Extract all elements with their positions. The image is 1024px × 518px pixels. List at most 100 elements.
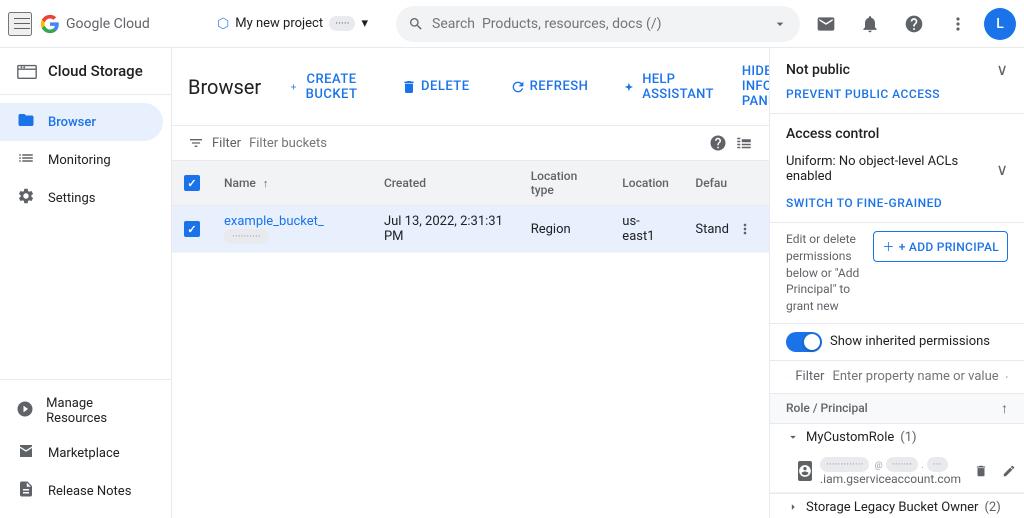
header-right-actions: HELP ASSISTANT HIDE INFO PANEL [616,60,769,113]
sidebar-item-settings[interactable]: Settings [0,179,163,217]
default-column-header[interactable]: Defau [683,161,769,206]
more-menu-btn[interactable] [940,6,976,42]
header-actions: L [808,6,1016,42]
app-body: Cloud Storage Browser Monitoring Setting… [0,48,1024,518]
role-header-text: Role / Principal [786,401,868,415]
mycustomrole-name: MyCustomRole [806,430,894,445]
row-checkbox-cell[interactable]: ✓ [172,206,212,253]
hide-info-panel-button[interactable]: HIDE INFO PANEL [734,60,769,113]
sidebar: Cloud Storage Browser Monitoring Setting… [0,48,172,518]
search-input[interactable] [432,16,764,32]
bucket-link[interactable]: example_bucket_·········· [224,214,324,244]
location-type-column-header[interactable]: Location type [519,161,611,206]
panel-filter-row: Filter [770,361,1024,394]
project-selector[interactable]: ⬡ My new project ····· ▾ [208,11,388,37]
delete-principal-icon [974,464,988,478]
cloud-storage-icon [16,60,38,82]
marketplace-icon [16,442,36,464]
prevent-public-access-button[interactable]: PREVENT PUBLIC ACCESS [786,79,940,101]
delete-button[interactable]: DELETE [389,73,482,101]
location-column-header[interactable]: Location [610,161,683,206]
inherited-label: Show inherited permissions [830,334,990,349]
bucket-created-cell: Jul 13, 2022, 2:31:31 PM [372,206,519,253]
table-row[interactable]: ✓ example_bucket_·········· Jul 13, 2022… [172,206,769,253]
mycustomrole-header[interactable]: MyCustomRole (1) [770,424,1024,451]
public-access-title: Not public [786,62,850,78]
add-principal-row: Edit or delete permissions below or "Add… [786,231,1008,315]
columns-icon[interactable] [735,134,753,152]
role-principal-header: Role / Principal ↑ [770,394,1024,424]
add-icon [289,79,298,95]
help-filter-icon[interactable] [709,134,727,152]
sort-icon[interactable]: ↑ [1001,400,1008,417]
add-icon-label: ＋ [882,238,894,255]
filter-input[interactable] [249,136,701,151]
access-control-value[interactable]: Uniform: No object-level ACLs enabled ∨ [786,150,1008,188]
filter-icon [188,135,204,151]
filter-right [709,134,753,152]
sidebar-settings-label: Settings [48,191,95,206]
row-checkbox[interactable]: ✓ [184,221,200,237]
panel-filter-icon [786,370,787,384]
project-icon: ⬡ [217,16,229,32]
public-access-header[interactable]: Not public ∨ [786,60,1008,79]
sidebar-item-manage-resources[interactable]: Manage Resources [0,388,163,434]
dropdown-chevron: ▾ [361,16,368,31]
legacy-owner-header[interactable]: Storage Legacy Bucket Owner (2) [770,494,1024,518]
google-icon [40,14,60,34]
search-bar[interactable] [396,6,800,42]
row-actions: Stand [695,217,757,241]
bucket-name-cell[interactable]: example_bucket_·········· [212,206,372,253]
select-all-header[interactable]: ✓ [172,161,212,206]
sidebar-item-marketplace[interactable]: Marketplace [0,434,163,472]
sidebar-nav: Browser Monitoring Settings [0,95,171,379]
row-more-btn[interactable] [733,217,757,241]
menu-button[interactable] [8,12,32,36]
sparkle-icon [624,80,634,94]
sidebar-item-release-notes[interactable]: Release Notes [0,472,163,510]
panel-filter-input[interactable] [832,369,998,384]
role-group-mycustomrole: MyCustomRole (1) ············· @ ·······… [770,424,1024,494]
help-assistant-button[interactable]: HELP ASSISTANT [616,68,726,106]
created-column-header[interactable]: Created [372,161,519,206]
avatar[interactable]: L [984,8,1016,40]
search-dropdown-icon[interactable] [772,16,788,32]
browser-header: Browser CREATE BUCKET DELETE REFRESH HEL… [172,48,769,126]
dot: . [921,461,923,471]
mycustomrole-count: (1) [900,430,916,445]
bell-icon [860,14,880,34]
principal-email-domain: .iam.gserviceaccount.com [820,472,961,486]
release-notes-label: Release Notes [48,484,131,499]
sidebar-item-browser[interactable]: Browser [0,103,163,141]
sidebar-title: Cloud Storage [48,62,143,80]
access-control-text: Uniform: No object-level ACLs enabled [786,154,996,184]
app-name: Google Cloud [66,16,150,32]
notifications-btn[interactable] [852,6,888,42]
edit-principal-button[interactable] [997,459,1021,483]
inherited-toggle[interactable] [786,332,822,352]
delete-principal-button[interactable] [969,459,993,483]
manage-resources-icon [16,400,34,422]
sidebar-monitoring-label: Monitoring [48,153,111,168]
add-principal-area: Edit or delete permissions below or "Add… [770,223,1024,324]
create-bucket-button[interactable]: CREATE BUCKET [277,66,373,108]
principal-email-end: ··· [927,457,948,472]
access-control-chevron: ∨ [996,160,1008,179]
edit-principal-icon [1002,464,1016,478]
top-header: Google Cloud ⬡ My new project ····· ▾ [0,0,1024,48]
select-all-checkbox[interactable]: ✓ [184,175,200,191]
refresh-button[interactable]: REFRESH [498,73,601,101]
sidebar-item-monitoring[interactable]: Monitoring [0,141,163,179]
support-icon-btn[interactable] [808,6,844,42]
name-column-header[interactable]: Name ↑ [212,161,372,206]
marketplace-label: Marketplace [48,446,120,461]
access-control-section: Access control Uniform: No object-level … [770,114,1024,223]
filter-label: Filter [212,136,241,151]
panel-filter-help-icon[interactable] [1006,369,1008,385]
help-btn[interactable] [896,6,932,42]
switch-fine-grained-button[interactable]: SWITCH TO FINE-GRAINED [786,188,942,210]
buckets-table: ✓ Name ↑ Created Location type Location … [172,161,769,253]
bucket-name-blurred: ·········· [224,229,269,244]
add-principal-button[interactable]: ＋ + ADD PRINCIPAL [873,231,1008,262]
sort-asc-icon: ↑ [263,177,269,190]
